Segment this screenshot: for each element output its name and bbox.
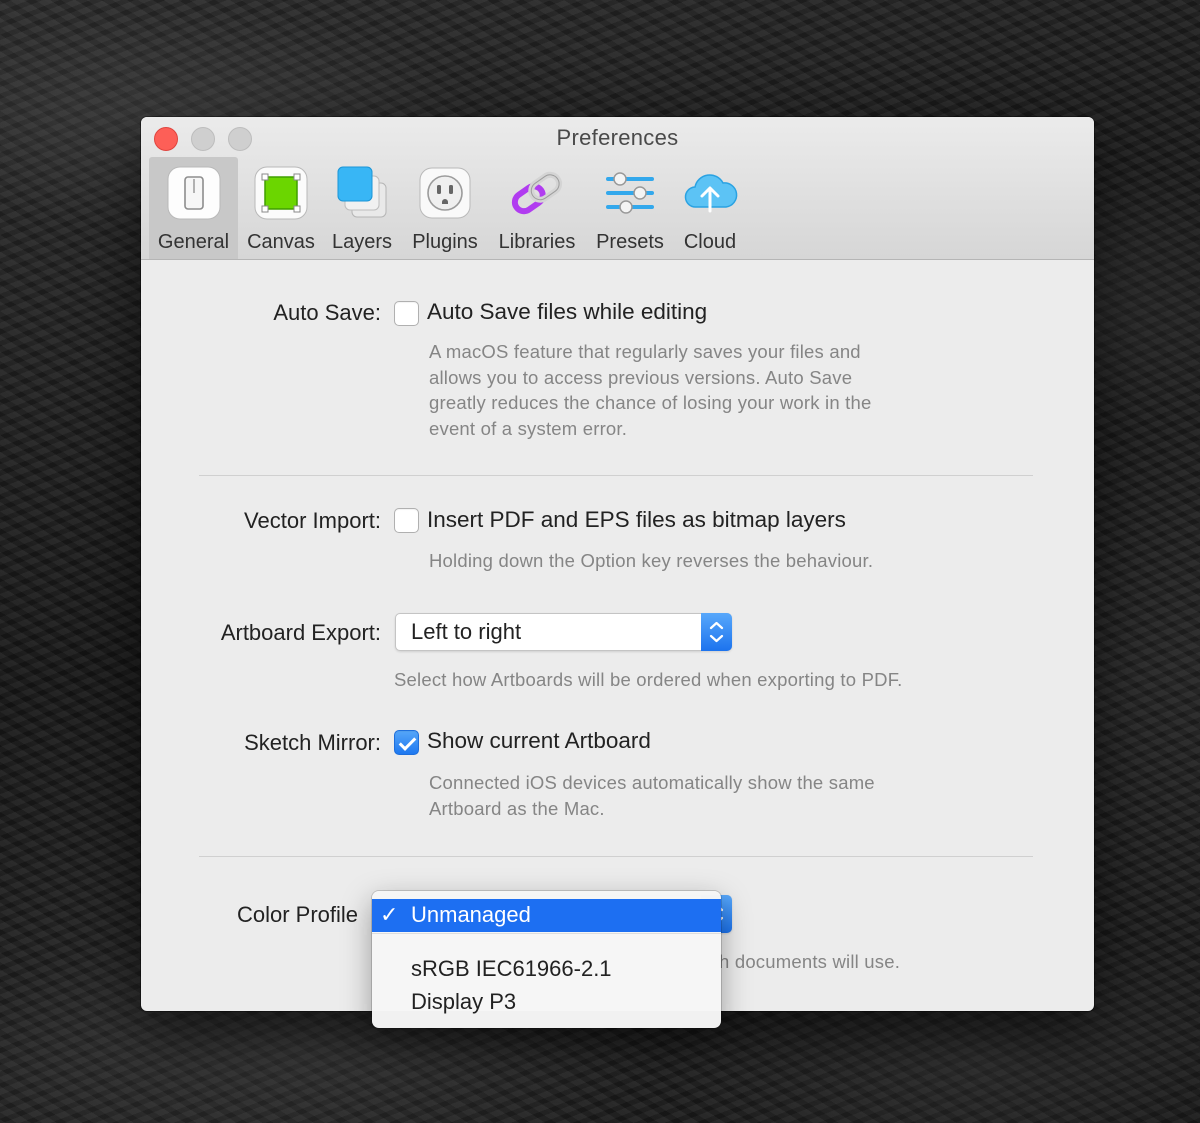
tab-layers[interactable]: Layers xyxy=(324,157,400,259)
layers-icon xyxy=(334,165,390,221)
vector-import-label: Vector Import: xyxy=(244,508,381,533)
plugins-outlet-icon xyxy=(417,165,473,221)
auto-save-help-line: greatly reduces the chance of losing you… xyxy=(429,392,872,413)
auto-save-help: A macOS feature that regularly saves you… xyxy=(429,339,872,441)
auto-save-option[interactable]: Auto Save files while editing xyxy=(427,299,707,325)
tab-general-label: General xyxy=(157,231,230,253)
auto-save-checkbox[interactable] xyxy=(394,301,419,326)
vector-import-checkbox[interactable] xyxy=(394,508,419,533)
tab-presets-label: Presets xyxy=(596,231,664,253)
menu-item-srgb[interactable]: sRGB IEC61966-2.1 xyxy=(372,953,721,986)
preferences-window: Preferences General Canvas Layers Plugin… xyxy=(141,117,1094,1028)
sketch-mirror-label: Sketch Mirror: xyxy=(244,730,381,755)
menu-item-display-p3[interactable]: Display P3 xyxy=(372,986,721,1019)
menu-item-label: Display P3 xyxy=(411,989,517,1014)
tab-plugins[interactable]: Plugins xyxy=(404,157,486,259)
chevron-updown-icon xyxy=(701,613,732,651)
tab-plugins-label: Plugins xyxy=(412,231,478,253)
vector-import-help: Holding down the Option key reverses the… xyxy=(429,550,874,571)
menu-separator xyxy=(372,933,721,941)
titlebar: Preferences General Canvas Layers Plugin… xyxy=(141,117,1094,260)
general-switch-icon xyxy=(166,165,222,221)
artboard-export-label: Artboard Export: xyxy=(220,620,381,645)
presets-sliders-icon xyxy=(602,165,658,221)
menu-item-label: Unmanaged xyxy=(411,902,531,927)
artboard-export-popup[interactable]: Left to right xyxy=(395,613,732,651)
menu-item-unmanaged[interactable]: ✓ Unmanaged xyxy=(372,899,721,932)
tab-presets[interactable]: Presets xyxy=(588,157,672,259)
artboard-export-help: Select how Artboards will be ordered whe… xyxy=(394,669,903,690)
tab-layers-label: Layers xyxy=(331,231,393,253)
libraries-link-icon xyxy=(509,165,565,221)
color-profile-label: Color Profile xyxy=(237,902,359,927)
tab-canvas-label: Canvas xyxy=(247,231,315,253)
separator xyxy=(199,856,1033,857)
tab-cloud[interactable]: Cloud xyxy=(676,157,744,259)
color-profile-menu: ✓ Unmanaged sRGB IEC61966-2.1 Display P3 xyxy=(372,891,721,1028)
tab-canvas[interactable]: Canvas xyxy=(242,157,320,259)
sketch-mirror-help: Connected iOS devices automatically show… xyxy=(429,770,875,821)
tab-general[interactable]: General xyxy=(149,157,238,259)
cloud-upload-icon xyxy=(682,165,738,221)
sketch-mirror-help-line: Connected iOS devices automatically show… xyxy=(429,772,875,793)
canvas-square-icon xyxy=(253,165,309,221)
vector-import-option[interactable]: Insert PDF and EPS files as bitmap layer… xyxy=(427,507,846,533)
separator xyxy=(199,475,1033,476)
checkmark-icon: ✓ xyxy=(380,902,399,927)
auto-save-help-line: allows you to access previous versions. … xyxy=(429,366,853,388)
color-profile-help: h documents will use. xyxy=(719,951,901,972)
tab-libraries[interactable]: Libraries xyxy=(490,157,584,259)
sketch-mirror-checkbox[interactable] xyxy=(394,730,419,755)
sketch-mirror-option[interactable]: Show current Artboard xyxy=(427,728,651,754)
tab-cloud-label: Cloud xyxy=(683,231,737,253)
artboard-export-value: Left to right xyxy=(411,619,522,644)
auto-save-help-line: A macOS feature that regularly saves you… xyxy=(429,341,861,362)
window-title: Preferences xyxy=(556,125,679,150)
auto-save-label: Auto Save: xyxy=(273,300,381,325)
menu-item-label: sRGB IEC61966-2.1 xyxy=(411,956,612,981)
tab-libraries-label: Libraries xyxy=(498,231,576,253)
sketch-mirror-help-line: Artboard as the Mac. xyxy=(429,797,605,819)
auto-save-help-line: event of a system error. xyxy=(429,417,628,439)
